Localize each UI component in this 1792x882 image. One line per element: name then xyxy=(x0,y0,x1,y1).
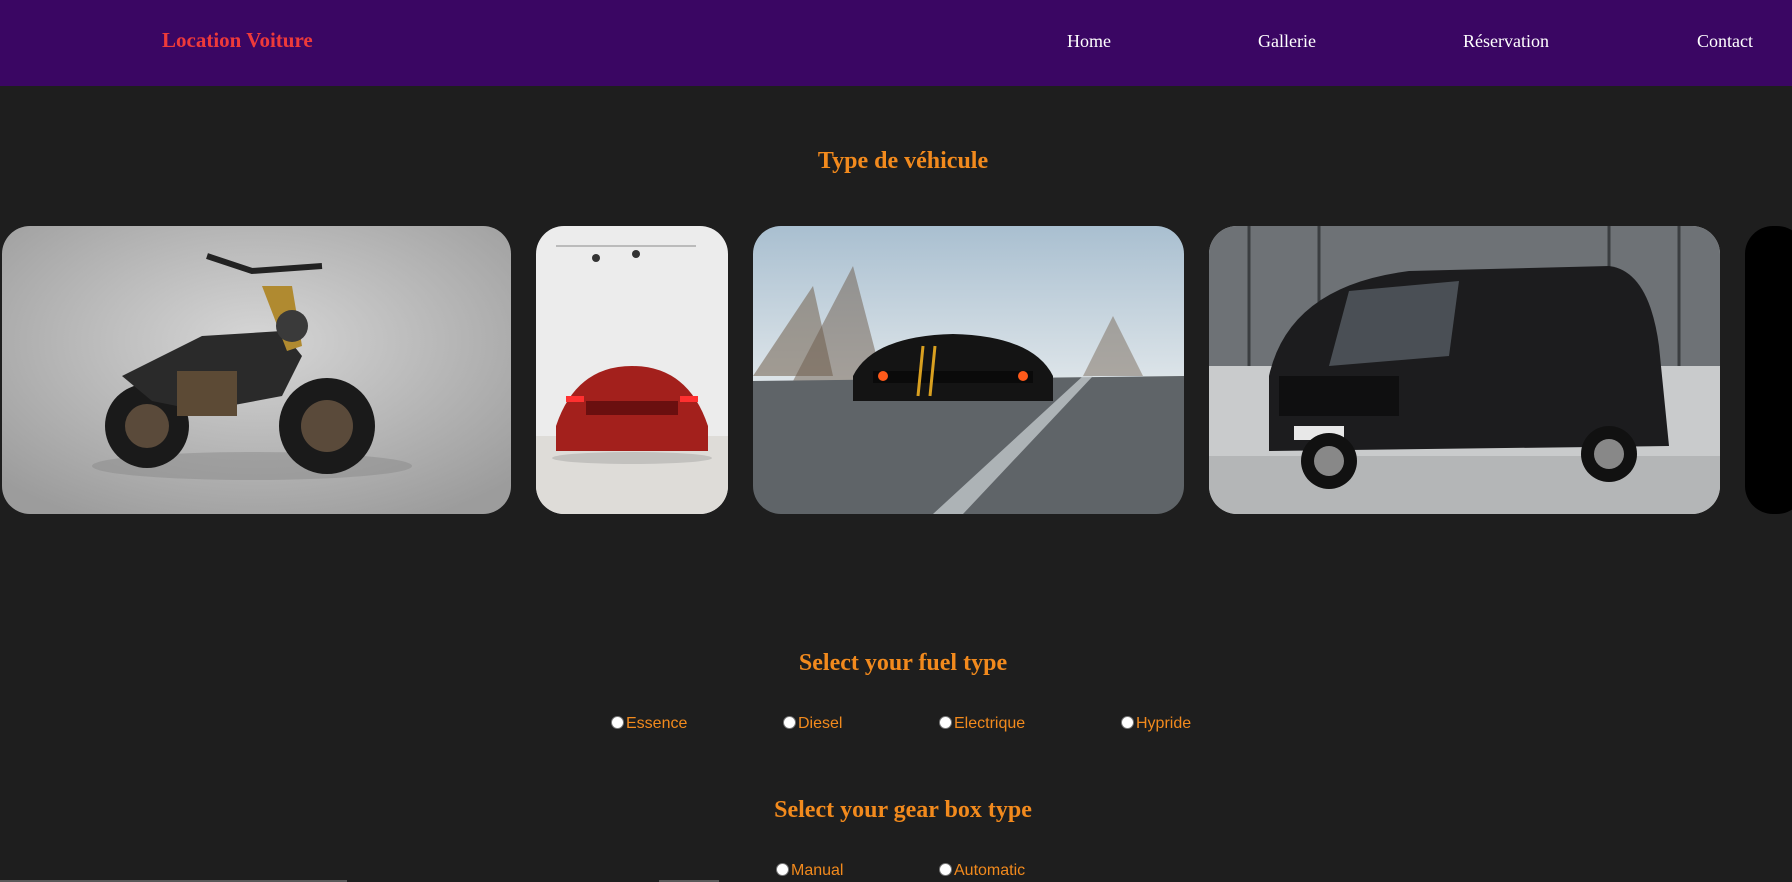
vehicle-card-red-sports-car[interactable] xyxy=(536,226,728,514)
vehicle-card-black-muscle-car[interactable] xyxy=(753,226,1184,514)
gearbox-type-heading: Select your gear box type xyxy=(774,797,1032,823)
electrique-radio[interactable] xyxy=(939,716,952,729)
vehicle-card-black-van[interactable] xyxy=(1209,226,1720,514)
brand-logo-link[interactable]: Location Voiture xyxy=(162,28,313,53)
fuel-option-diesel[interactable]: Diesel xyxy=(783,715,842,733)
fuel-option-electrique[interactable]: Electrique xyxy=(939,715,1025,733)
nav-link-contact[interactable]: Contact xyxy=(1697,31,1753,52)
motorcycle-image xyxy=(2,226,511,514)
red-sports-car-image xyxy=(536,226,728,514)
automatic-label: Automatic xyxy=(954,862,1026,879)
essence-radio[interactable] xyxy=(611,716,624,729)
nav-link-reservation[interactable]: Réservation xyxy=(1463,31,1549,52)
vehicle-card-motorcycle[interactable] xyxy=(2,226,511,514)
manual-label: Manual xyxy=(791,862,844,879)
vehicle-type-heading: Type de véhicule xyxy=(817,148,989,174)
black-van-image xyxy=(1209,226,1720,514)
diesel-radio[interactable] xyxy=(783,716,796,729)
diesel-label: Diesel xyxy=(798,715,843,732)
hypride-label: Hypride xyxy=(1136,715,1192,732)
electrique-label: Electrique xyxy=(954,715,1026,732)
hypride-radio[interactable] xyxy=(1121,716,1134,729)
manual-radio[interactable] xyxy=(776,863,789,876)
automatic-radio[interactable] xyxy=(939,863,952,876)
gearbox-option-manual[interactable]: Manual xyxy=(776,862,843,880)
nav-link-home[interactable]: Home xyxy=(1067,31,1111,52)
essence-label: Essence xyxy=(626,715,688,732)
nav-link-gallerie[interactable]: Gallerie xyxy=(1258,31,1316,52)
black-muscle-car-image xyxy=(753,226,1184,514)
vehicle-card-partial[interactable] xyxy=(1745,226,1792,514)
fuel-option-essence[interactable]: Essence xyxy=(611,715,687,733)
fuel-option-hypride[interactable]: Hypride xyxy=(1121,715,1191,733)
gearbox-option-automatic[interactable]: Automatic xyxy=(939,862,1025,880)
fuel-type-heading: Select your fuel type xyxy=(798,650,1008,676)
navbar: Location Voiture Home Gallerie Réservati… xyxy=(0,0,1792,86)
